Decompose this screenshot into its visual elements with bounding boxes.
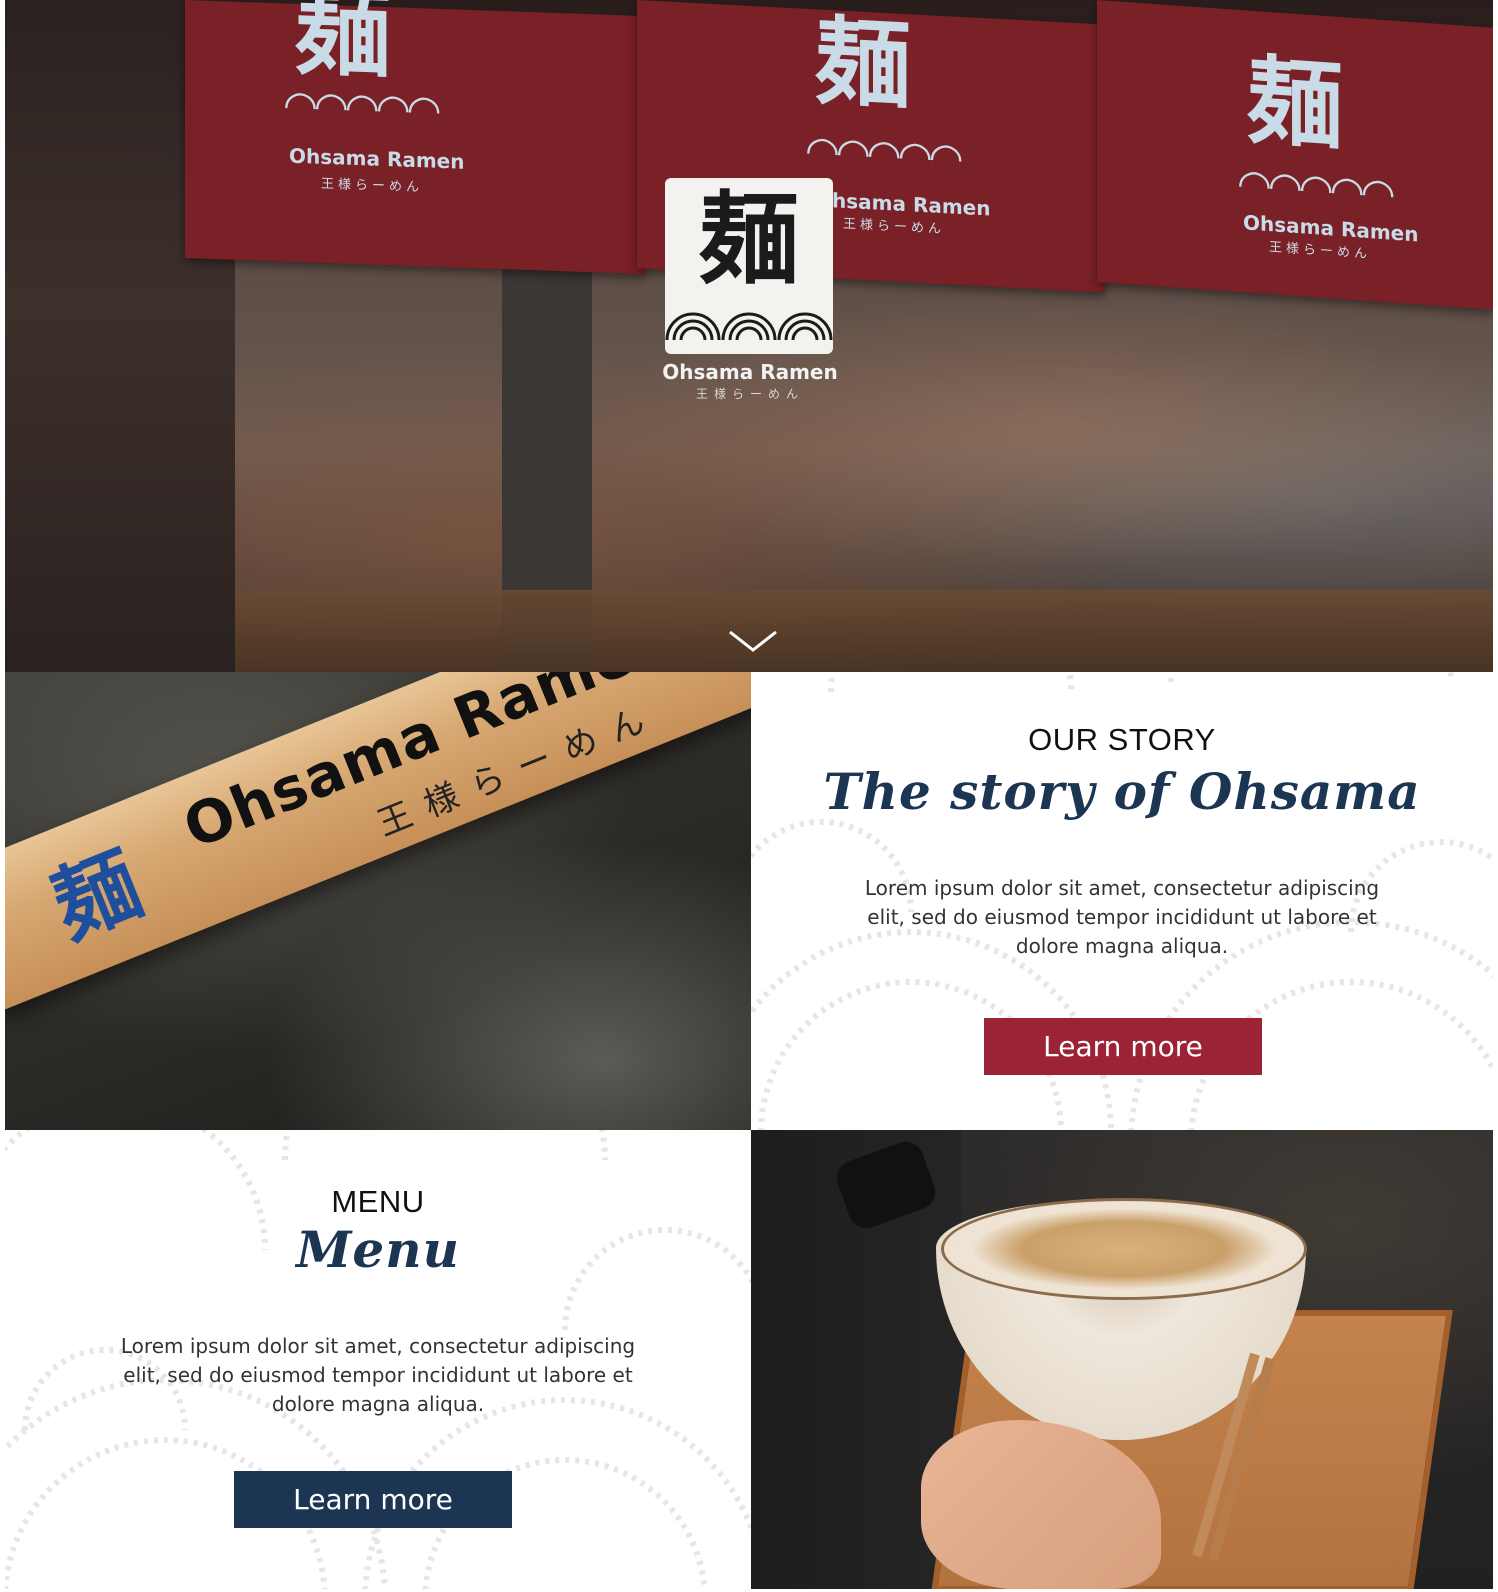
menu-learn-more-button[interactable]: Learn more <box>234 1471 512 1528</box>
wave-icon: ◠◠◠◠◠ <box>283 81 438 134</box>
ramen-bowl-photo <box>751 1130 1493 1589</box>
story-learn-more-button[interactable]: Learn more <box>984 1018 1262 1075</box>
noren-curtain: 麺 ◠◠◠◠◠ Ohsama Ramen 王様らーめん <box>1097 0 1493 310</box>
story-kicker: OUR STORY <box>1028 722 1216 757</box>
logo-subtitle: 王様らーめん <box>695 387 804 401</box>
wooden-plank: 麺 Ohsama Ramen 王様らーめん <box>5 672 751 1012</box>
chevron-down-icon[interactable] <box>727 628 779 654</box>
sign-name: Ohsama Ramen <box>174 672 683 862</box>
logo-glyph: 麺 <box>699 180 799 298</box>
wave-icon: ◠◠◠◠◠ <box>805 126 960 182</box>
noren-curtain: 麺 ◠◠◠◠◠ Ohsama Ramen 王様らーめん <box>185 0 645 275</box>
sign-glyph: 麺 <box>39 833 155 957</box>
menu-body: Lorem ipsum dolor sit amet, consectetur … <box>120 1334 636 1416</box>
hero-section: 麺 ◠◠◠◠◠ Ohsama Ramen 王様らーめん 麺 ◠◠◠◠◠ Ohsa… <box>5 0 1493 672</box>
wave-icon <box>665 312 833 341</box>
story-title: The story of Ohsama <box>823 762 1421 821</box>
noren-sub: 王様らーめん <box>321 176 424 196</box>
our-story-section: OUR STORY The story of Ohsama Lorem ipsu… <box>751 672 1493 1130</box>
menu-section: MENU Menu Lorem ipsum dolor sit amet, co… <box>5 1130 751 1589</box>
noren-glyph: 麺 <box>1247 43 1343 164</box>
menu-kicker: MENU <box>331 1184 425 1219</box>
noren-sub: 王様らーめん <box>843 216 946 238</box>
wave-icon: ◠◠◠◠◠ <box>1237 159 1392 218</box>
noren-glyph: 麺 <box>815 4 911 123</box>
wooden-counter <box>235 590 1493 672</box>
brand-logo[interactable]: 麺 <box>665 178 833 354</box>
logo-name: Ohsama Ramen <box>662 360 838 384</box>
ramen-broth <box>941 1198 1307 1300</box>
wooden-sign-photo: 麺 Ohsama Ramen 王様らーめん <box>5 672 751 1130</box>
menu-title: Menu <box>296 1220 460 1279</box>
noren-glyph: 麺 <box>295 0 391 92</box>
story-body: Lorem ipsum dolor sit amet, consectetur … <box>864 876 1380 958</box>
noren-brand: Ohsama Ramen <box>289 143 465 174</box>
